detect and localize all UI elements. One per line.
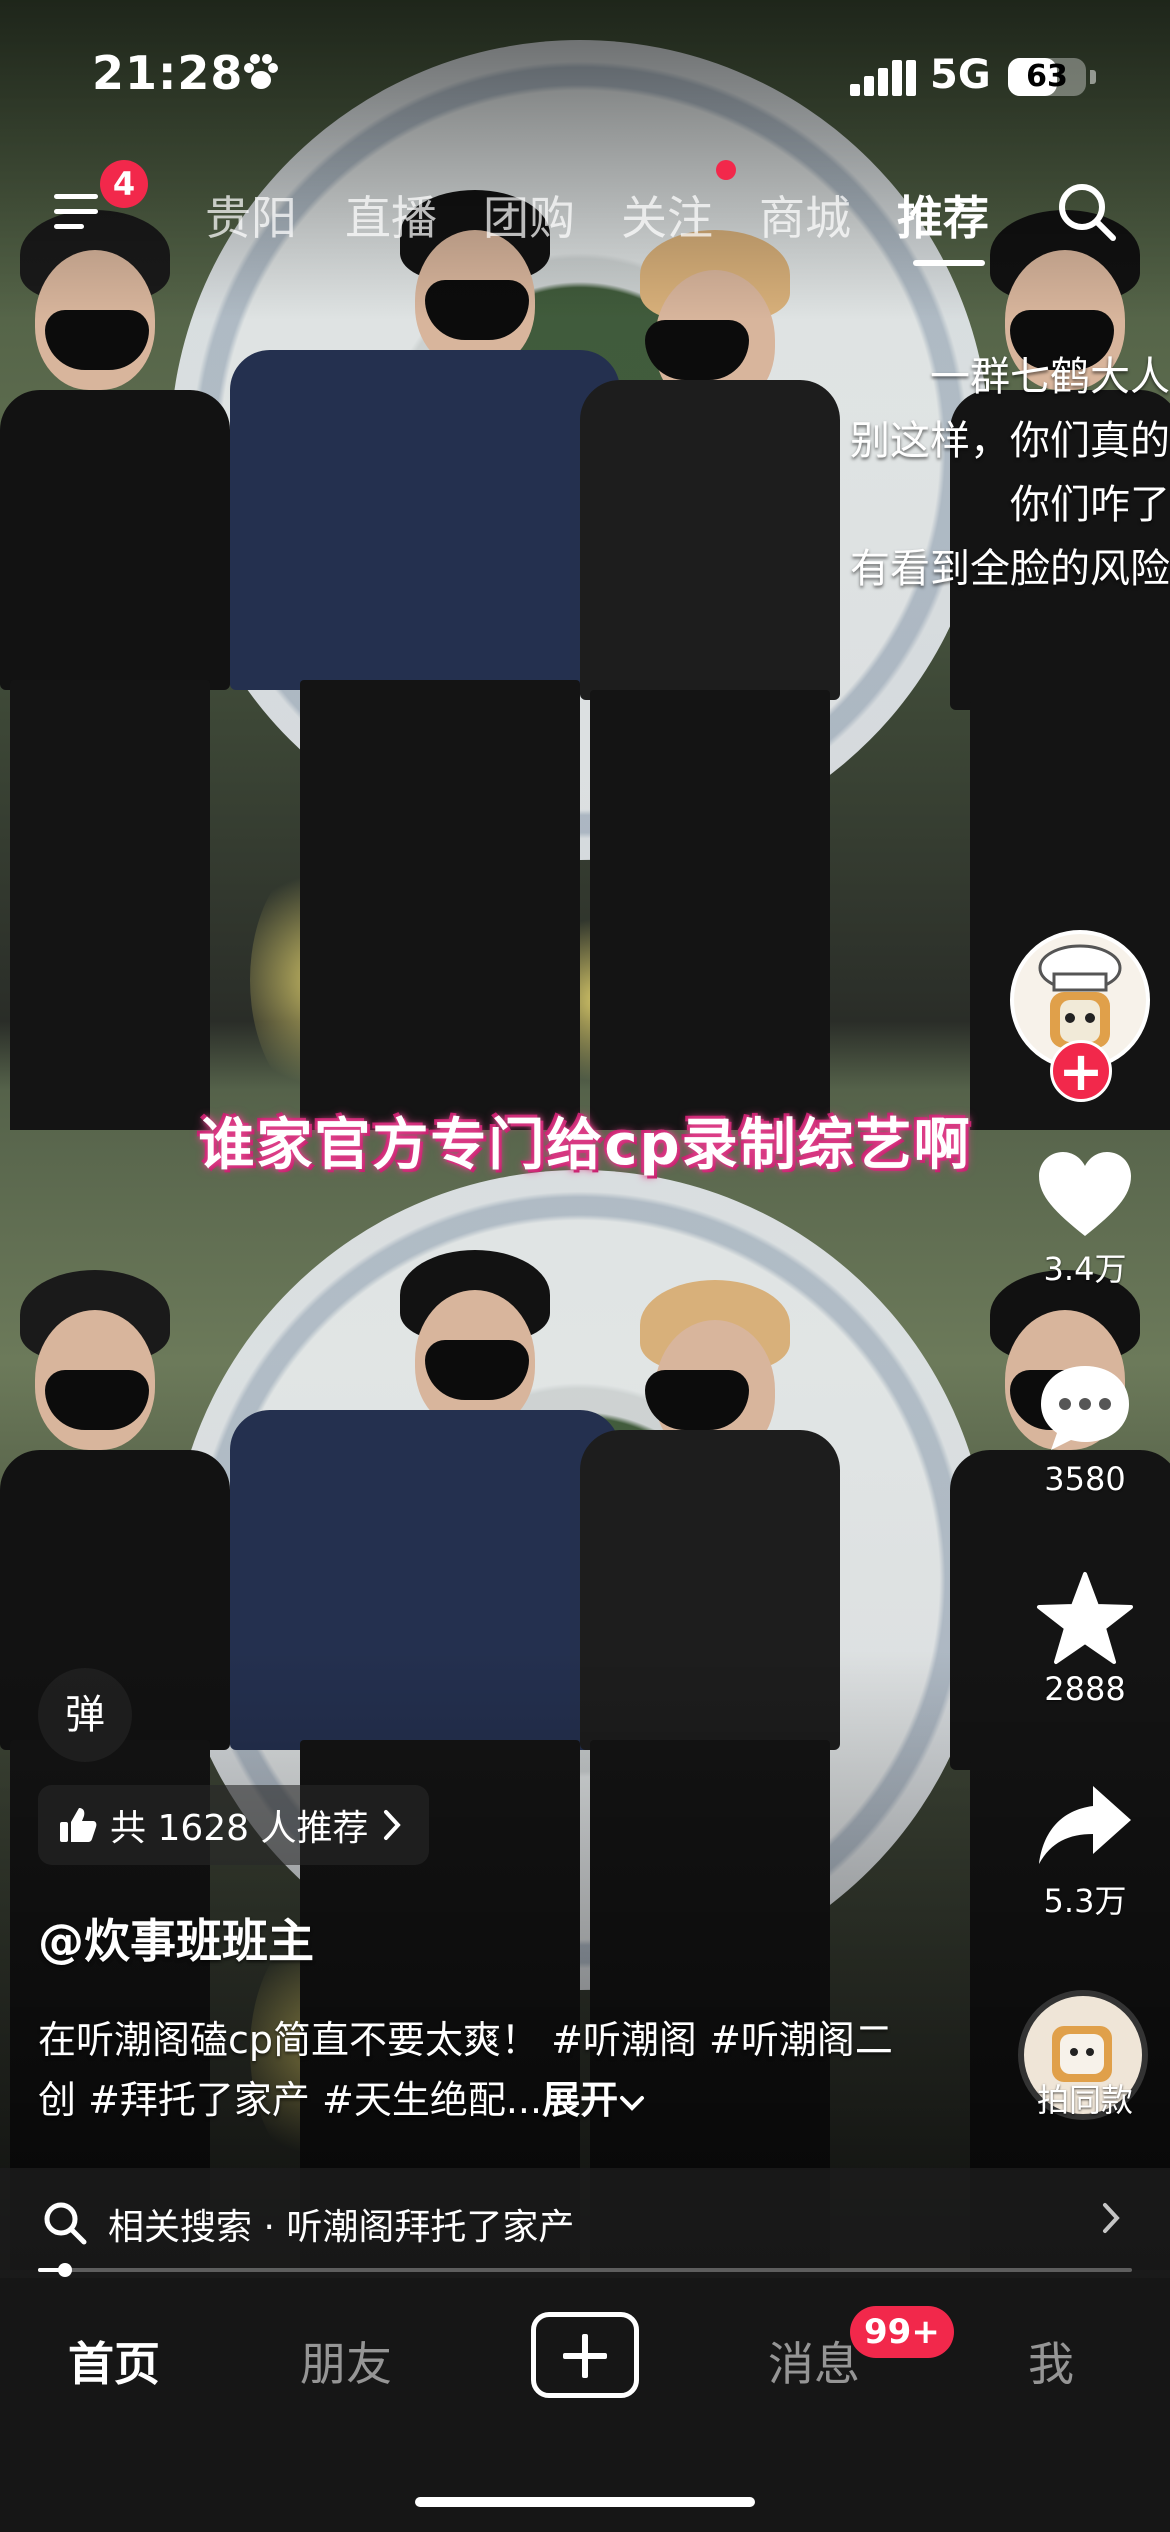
- caption-text: 在听潮阁磕cp简直不要太爽！ #听潮阁 #听潮阁二创 #拜托了家产 #天生绝配.…: [38, 2018, 893, 2122]
- tab-me[interactable]: 我: [1028, 2328, 1074, 2394]
- related-search-prefix: 相关搜索: [108, 2207, 253, 2248]
- expand-caption-button[interactable]: 展开: [542, 2078, 646, 2122]
- favorite-button[interactable]: 2888: [1000, 1570, 1170, 1708]
- favorite-count: 2888: [1044, 1670, 1126, 1708]
- bottom-tab-bar: 首页 朋友 消息 99+ 我: [0, 2278, 1170, 2532]
- recommend-chip[interactable]: 共 1628 人推荐: [38, 1785, 429, 1865]
- comment-icon: [1041, 1366, 1129, 1450]
- create-button[interactable]: [531, 2312, 639, 2398]
- search-button[interactable]: [1055, 180, 1119, 244]
- related-search-text: 相关搜索 · 听潮阁拜托了家产: [108, 2198, 574, 2250]
- following-dot: [716, 160, 736, 180]
- active-tab-indicator: [913, 260, 985, 266]
- video-overlay-text: 一群七鹤大人 别这样，你们真的 你们咋了 有看到全脸的风险: [790, 345, 1170, 601]
- related-search-separator: ·: [263, 2207, 275, 2248]
- tab-messages[interactable]: 消息: [768, 2328, 860, 2394]
- heart-icon: [1039, 1152, 1131, 1236]
- comment-button[interactable]: 3580: [1000, 1360, 1170, 1498]
- top-nav: 4 贵阳 直播 团购 关注 商城 推荐: [0, 160, 1170, 270]
- overlay-line: 你们咋了: [1010, 482, 1170, 528]
- messages-badge: 99+: [850, 2306, 954, 2358]
- related-search-query: 听潮阁拜托了家产: [286, 2207, 575, 2248]
- status-bar: 21:28 5G 63: [0, 0, 1170, 150]
- search-icon: [44, 2202, 87, 2245]
- search-icon: [1059, 184, 1116, 241]
- network-type: 5G: [930, 52, 991, 98]
- related-search-bar[interactable]: 相关搜索 · 听潮阁拜托了家产: [0, 2168, 1170, 2278]
- expand-label: 展开: [542, 2078, 619, 2122]
- tab-guiyang[interactable]: 贵阳: [205, 182, 297, 248]
- star-icon: [1037, 1572, 1133, 1664]
- tab-mall[interactable]: 商城: [759, 182, 851, 248]
- share-icon: [1039, 1786, 1131, 1864]
- tab-group-buy[interactable]: 团购: [483, 182, 575, 248]
- follow-button[interactable]: +: [1050, 1040, 1112, 1102]
- tab-home[interactable]: 首页: [68, 2328, 160, 2394]
- chevron-right-icon: [1100, 2196, 1122, 2247]
- battery-level: 63: [1026, 59, 1068, 94]
- tab-following[interactable]: 关注: [621, 182, 713, 248]
- paw-icon: [240, 52, 282, 102]
- overlay-line: 别这样，你们真的: [850, 418, 1170, 464]
- tab-live[interactable]: 直播: [345, 182, 437, 248]
- home-indicator: [415, 2497, 755, 2507]
- video-caption[interactable]: 在听潮阁磕cp简直不要太爽！ #听潮阁 #听潮阁二创 #拜托了家产 #天生绝配.…: [38, 2010, 898, 2130]
- video-subtitle: 谁家官方专门给cp录制综艺啊: [198, 1113, 972, 1178]
- danmu-toggle[interactable]: 弹: [38, 1668, 132, 1762]
- thumbs-up-icon: [60, 1808, 97, 1842]
- chevron-right-icon: [383, 1810, 401, 1840]
- share-count: 5.3万: [1043, 1882, 1127, 1920]
- author-name[interactable]: @炊事班班主: [38, 1905, 314, 1971]
- overlay-line: 有看到全脸的风险: [850, 546, 1170, 592]
- menu-badge: 4: [100, 160, 148, 208]
- video-progress-bar[interactable]: [38, 2263, 1132, 2277]
- battery-icon: 63: [1008, 58, 1086, 96]
- tab-friends[interactable]: 朋友: [300, 2328, 392, 2394]
- like-button[interactable]: 3.4万: [1000, 1150, 1170, 1290]
- status-time: 21:28: [92, 46, 244, 100]
- overlay-line: 一群七鹤大人: [930, 354, 1170, 400]
- share-button[interactable]: 5.3万: [1000, 1780, 1170, 1922]
- like-count: 3.4万: [1043, 1250, 1127, 1288]
- signal-icon: [850, 56, 916, 96]
- tab-recommend[interactable]: 推荐: [897, 182, 989, 248]
- comment-count: 3580: [1044, 1460, 1126, 1498]
- recommend-text: 共 1628 人推荐: [110, 1808, 369, 1849]
- chevron-down-icon: [620, 2096, 645, 2111]
- battery-cap: [1090, 70, 1096, 84]
- sound-label[interactable]: 拍同款: [1000, 2075, 1170, 2121]
